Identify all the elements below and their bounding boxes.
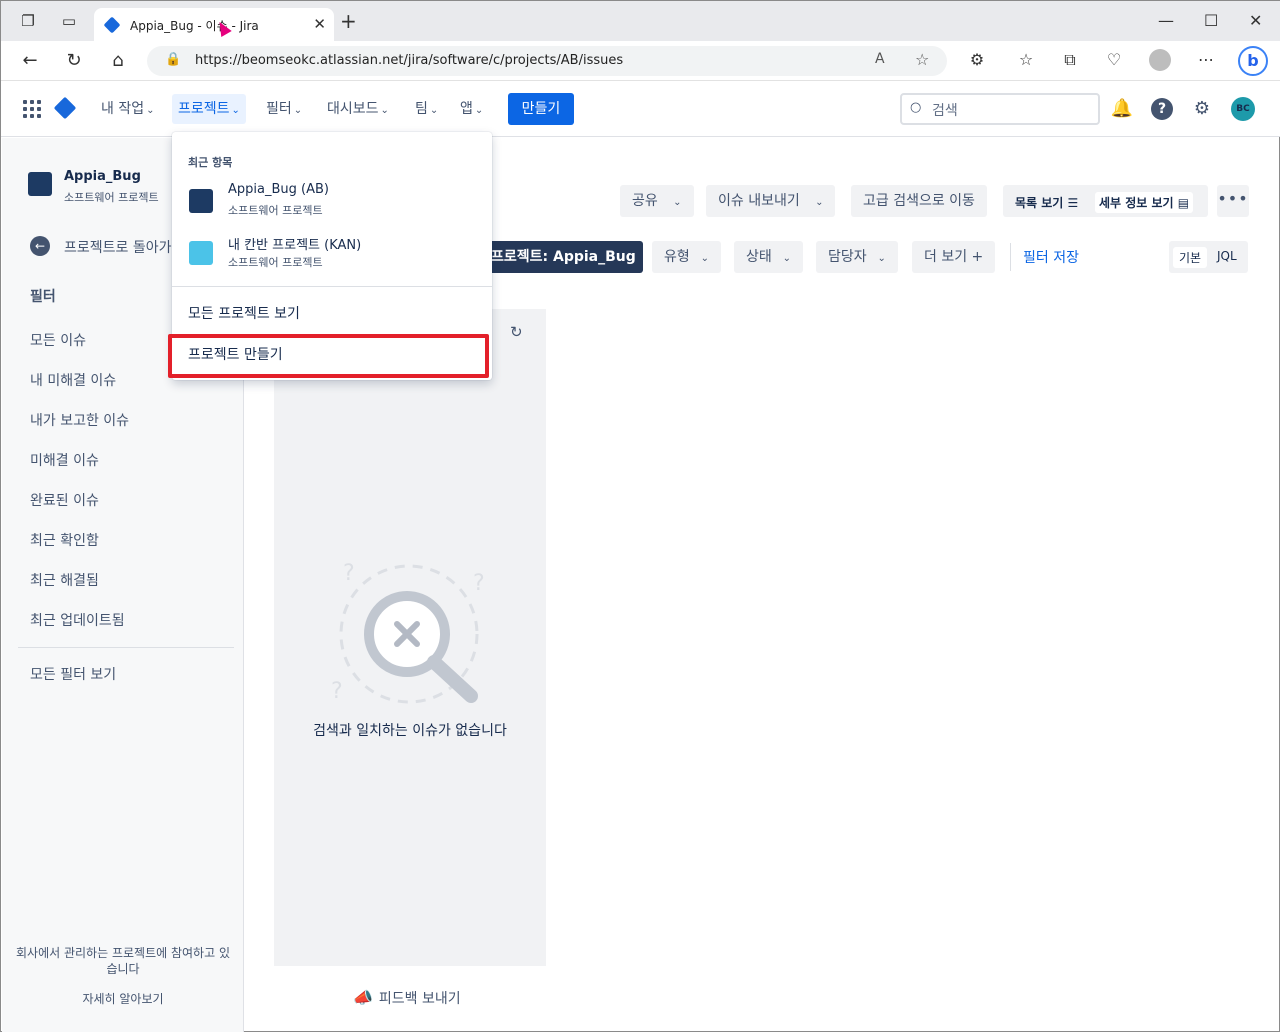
jql-mode-button[interactable]: JQL (1211, 247, 1243, 265)
back-icon[interactable]: ← (19, 50, 41, 72)
nav-menu-filters[interactable]: 필터 ⌄ (260, 94, 308, 124)
svg-text:?: ? (473, 571, 485, 596)
workspaces-icon[interactable]: ❐ (18, 11, 38, 31)
sidebar-item-all-issues[interactable]: 모든 이슈 (30, 330, 86, 350)
dropdown-project-name: 내 칸반 프로젝트 (KAN) (228, 238, 362, 253)
sidebar-item-my-open[interactable]: 내 미해결 이슈 (30, 370, 116, 390)
megaphone-icon: 📣 (353, 988, 373, 1007)
share-button[interactable]: 공유 ⌄ (620, 185, 694, 217)
project-rocket-icon (28, 172, 52, 196)
window-close-icon[interactable]: ✕ (1249, 11, 1262, 30)
list-view-button[interactable]: 목록 보기 ☰ (1011, 192, 1082, 213)
sidebar-footer-text: 회사에서 관리하는 프로젝트에 참여하고 있습니다 (16, 946, 230, 976)
dropdown-project-name: Appia_Bug (AB) (228, 182, 329, 197)
minimize-icon[interactable]: — (1158, 11, 1174, 30)
type-filter-button[interactable]: 유형 ⌄ (652, 241, 722, 273)
empty-state-text: 검색과 일치하는 이슈가 없습니다 (313, 723, 507, 739)
performance-icon[interactable]: ♡ (1103, 50, 1125, 69)
bing-copilot-icon[interactable]: b (1238, 46, 1268, 76)
project-rocket-icon (189, 189, 213, 213)
nav-menu-projects[interactable]: 프로젝트 ⌄ (172, 94, 246, 124)
more-actions-icon[interactable]: ••• (1217, 185, 1249, 217)
user-avatar[interactable]: BC (1231, 97, 1255, 121)
favorite-star-icon[interactable]: ☆ (915, 50, 929, 69)
home-icon[interactable]: ⌂ (107, 50, 129, 72)
back-to-project-link[interactable]: 프로젝트로 돌아가기 (64, 237, 184, 257)
dropdown-project-appia-bug[interactable]: Appia_Bug (AB) 소프트웨어 프로젝트 (172, 180, 492, 230)
learn-more-link[interactable]: 자세히 알아보기 (2, 990, 244, 1007)
basic-mode-button[interactable]: 기본 (1173, 247, 1208, 268)
no-results-illustration-icon: ? ? ? (331, 561, 485, 704)
settings-gear-icon[interactable]: ⚙ (1190, 97, 1214, 121)
recent-heading: 최근 항목 (188, 156, 233, 169)
search-input[interactable]: ○ 검색 (900, 93, 1100, 125)
jira-favicon-icon (103, 16, 121, 34)
notifications-icon[interactable]: 🔔 (1110, 97, 1134, 121)
create-button[interactable]: 만들기 (508, 93, 574, 125)
more-options-icon[interactable]: ⋯ (1195, 50, 1217, 69)
tab-actions-icon[interactable]: ▭ (59, 11, 79, 31)
more-filters-button[interactable]: 더 보기 + (912, 241, 996, 273)
advanced-search-button[interactable]: 고급 검색으로 이동 (851, 185, 987, 217)
refresh-icon[interactable]: ↻ (510, 323, 523, 341)
sidebar-item-reported-by-me[interactable]: 내가 보고한 이슈 (30, 410, 129, 430)
project-name[interactable]: Appia_Bug (64, 169, 141, 184)
nav-menu-apps[interactable]: 앱 ⌄ (454, 94, 489, 124)
project-rocket-icon (189, 241, 213, 265)
status-filter-button[interactable]: 상태 ⌄ (734, 241, 804, 273)
help-icon[interactable]: ? (1151, 98, 1173, 120)
search-mode-toggle: 기본 JQL (1169, 241, 1248, 273)
sidebar-item-open[interactable]: 미해결 이슈 (30, 450, 99, 470)
filter-divider (1010, 243, 1011, 271)
back-arrow-icon[interactable]: ← (30, 236, 50, 256)
url-text: https://beomseokc.atlassian.net/jira/sof… (195, 53, 624, 68)
save-filter-link[interactable]: 필터 저장 (1023, 247, 1079, 267)
app-switcher-icon[interactable] (23, 100, 41, 118)
new-tab-icon[interactable]: + (340, 11, 357, 31)
dropdown-project-kanban[interactable]: 내 칸반 프로젝트 (KAN) 소프트웨어 프로젝트 (172, 232, 492, 282)
assignee-filter-button[interactable]: 담당자 ⌄ (816, 241, 898, 273)
create-project-highlight-box (168, 334, 489, 378)
nav-menu-your-work[interactable]: 내 작업 ⌄ (95, 94, 160, 124)
url-field[interactable]: 🔒 https://beomseokc.atlassian.net/jira/s… (147, 46, 947, 76)
nav-menu-teams[interactable]: 팀 ⌄ (409, 94, 444, 124)
sidebar-item-resolved-recently[interactable]: 최근 해결됨 (30, 570, 99, 590)
search-icon: ○ (910, 100, 922, 115)
sidebar-item-done[interactable]: 완료된 이슈 (30, 490, 99, 510)
browser-tab-bar: ❐ ▭ Appia_Bug - 이슈 - Jira ✕ + — ☐ ✕ (1, 1, 1280, 42)
svg-text:?: ? (343, 561, 355, 586)
sidebar-item-updated-recently[interactable]: 최근 업데이트됨 (30, 610, 125, 630)
read-aloud-icon[interactable]: A (875, 51, 885, 67)
jira-logo-icon[interactable] (53, 96, 77, 120)
dropdown-divider (172, 286, 492, 287)
sidebar-divider (18, 647, 234, 648)
profile-avatar[interactable] (1149, 49, 1171, 71)
tab-title: Appia_Bug - 이슈 - Jira (130, 19, 259, 33)
sidebar-item-viewed-recently[interactable]: 최근 확인함 (30, 530, 99, 550)
dropdown-project-type: 소프트웨어 프로젝트 (228, 204, 323, 217)
maximize-icon[interactable]: ☐ (1204, 11, 1218, 30)
project-type: 소프트웨어 프로젝트 (64, 191, 159, 204)
refresh-icon[interactable]: ↻ (63, 50, 85, 72)
detail-view-button[interactable]: 세부 정보 보기 ▤ (1095, 192, 1194, 213)
dropdown-project-type: 소프트웨어 프로젝트 (228, 256, 323, 269)
project-filter-button[interactable]: 프로젝트: Appia_Bug ⌄ (481, 241, 643, 273)
svg-text:?: ? (331, 679, 343, 704)
feedback-button[interactable]: 📣 피드백 보내기 (353, 988, 461, 1008)
favorites-icon[interactable]: ☆ (1015, 50, 1037, 69)
extensions-icon[interactable]: ⚙ (966, 50, 988, 69)
address-bar-row: ← ↻ ⌂ 🔒 https://beomseokc.atlassian.net/… (1, 41, 1280, 81)
nav-menu-dashboards[interactable]: 대시보드 ⌄ (321, 94, 395, 124)
view-all-projects-link[interactable]: 모든 프로젝트 보기 (188, 303, 300, 323)
close-tab-icon[interactable]: ✕ (313, 15, 326, 33)
view-toggle: 목록 보기 ☰ 세부 정보 보기 ▤ (1003, 185, 1208, 217)
sidebar-item-all-filters[interactable]: 모든 필터 보기 (30, 664, 116, 684)
lock-icon: 🔒 (165, 52, 182, 67)
collections-icon[interactable]: ⧉ (1059, 50, 1081, 70)
search-placeholder: 검색 (932, 103, 958, 119)
export-issues-button[interactable]: 이슈 내보내기 ⌄ (706, 185, 836, 217)
filter-heading: 필터 (30, 289, 56, 305)
